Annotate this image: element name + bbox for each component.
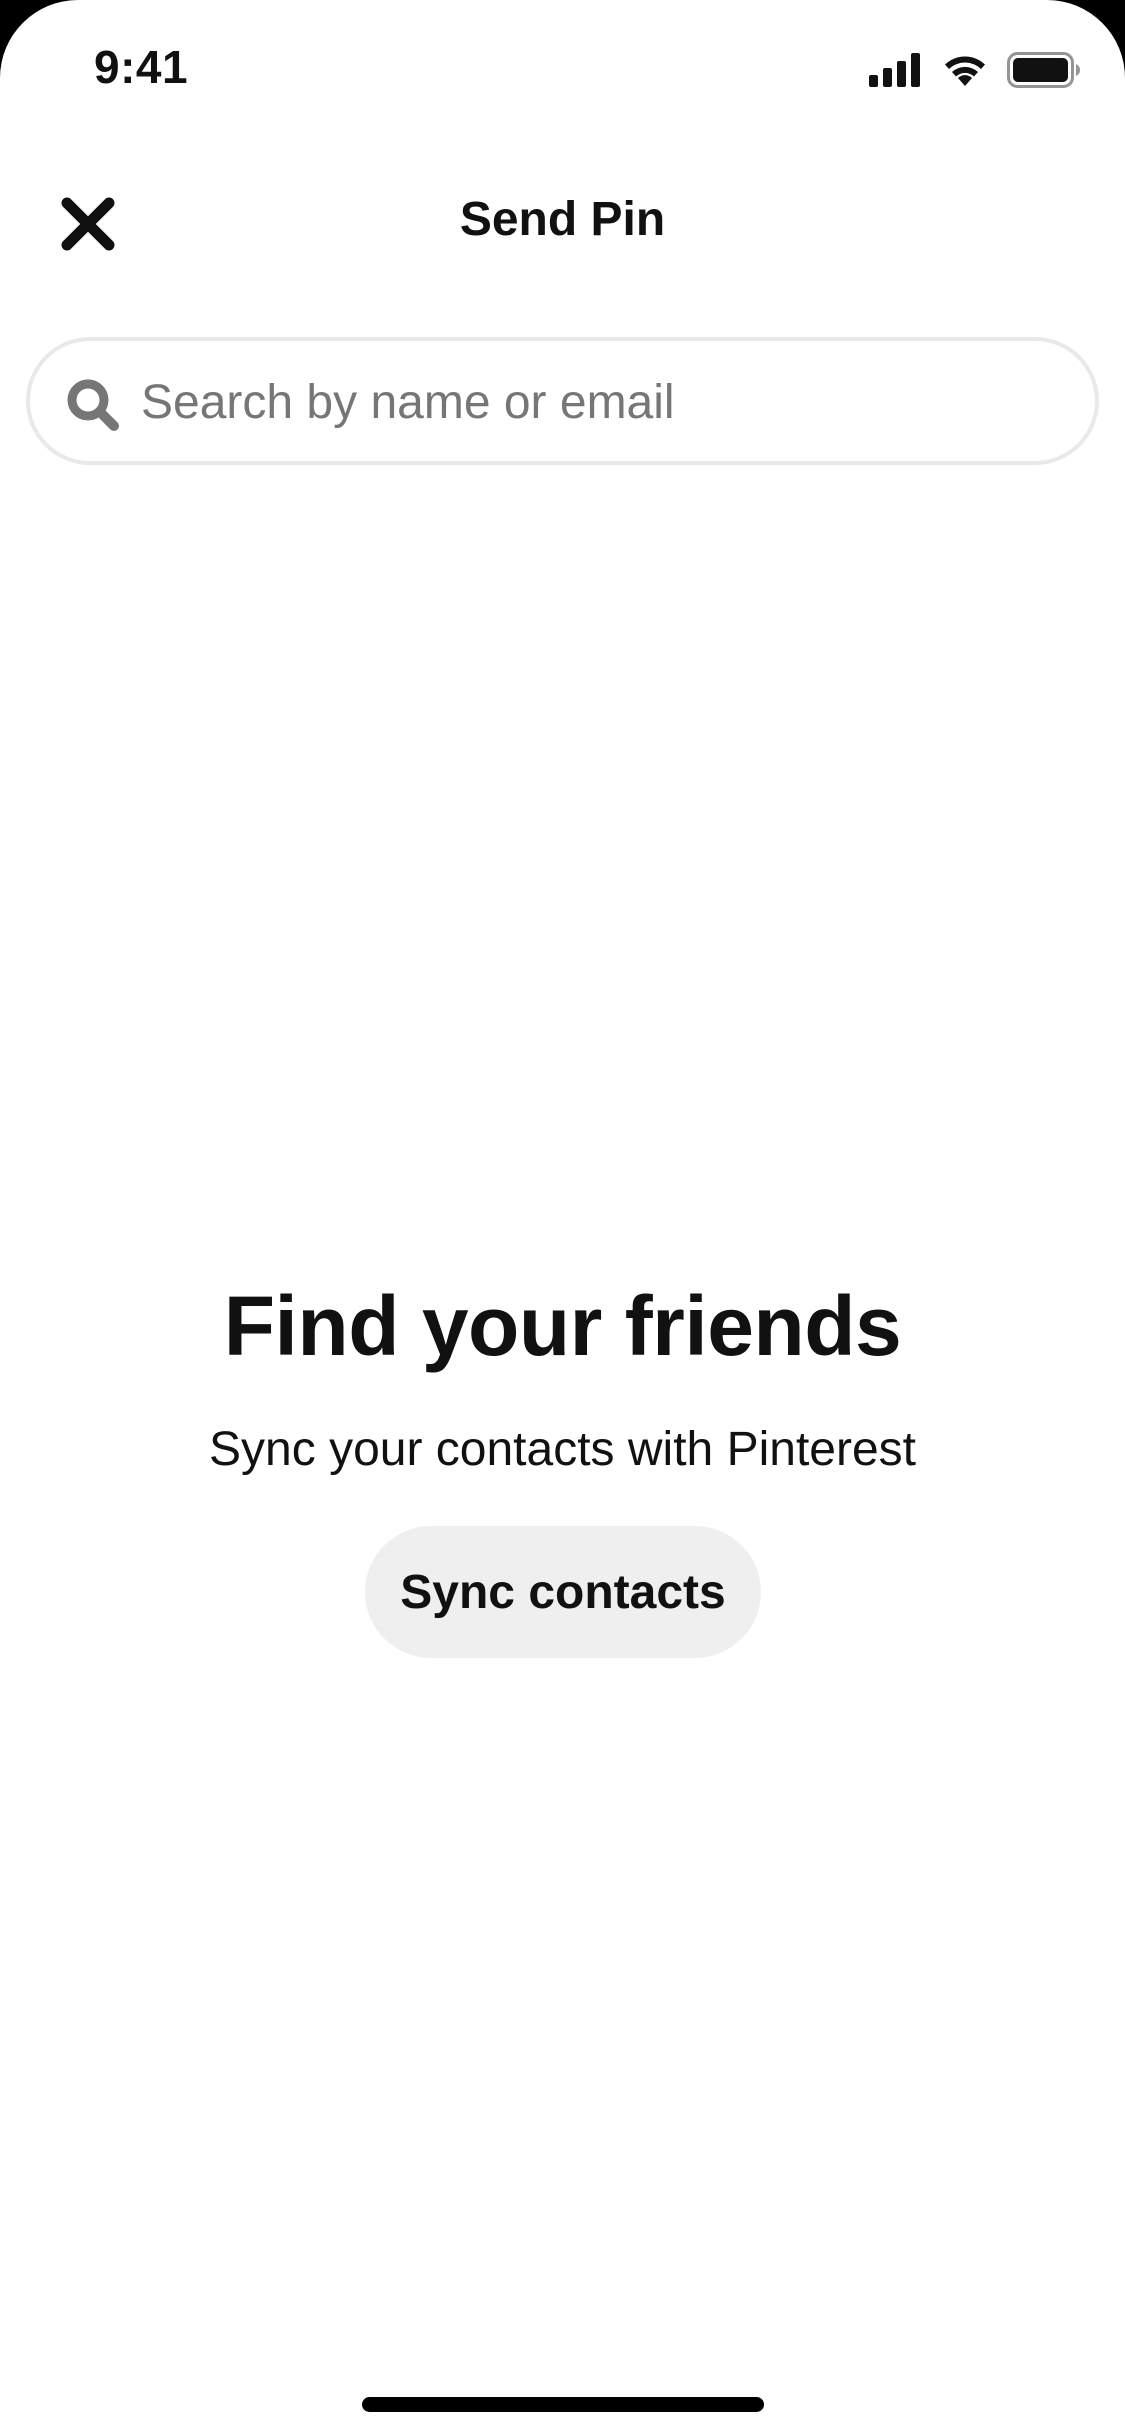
cellular-signal-icon: [869, 53, 920, 87]
search-icon: [67, 379, 119, 431]
page-title: Send Pin: [459, 193, 666, 246]
battery-icon: [1007, 52, 1080, 88]
header: Send Pin: [0, 170, 1125, 274]
status-bar: 9:41: [0, 0, 1125, 132]
wifi-icon: [945, 56, 985, 86]
status-icons: [869, 50, 1081, 90]
screen: 9:41 Send Pin Search by name or email Fi…: [0, 0, 1125, 2436]
sync-contacts-button[interactable]: Sync contacts: [365, 1526, 761, 1658]
search-box[interactable]: [26, 337, 1099, 465]
search-input[interactable]: [141, 367, 1041, 437]
status-time: 9:41: [94, 41, 189, 93]
home-indicator[interactable]: [362, 2397, 764, 2412]
empty-state-title: Find your friends: [223, 1279, 902, 1373]
empty-state-subtitle: Sync your contacts with Pinterest: [209, 1423, 916, 1476]
